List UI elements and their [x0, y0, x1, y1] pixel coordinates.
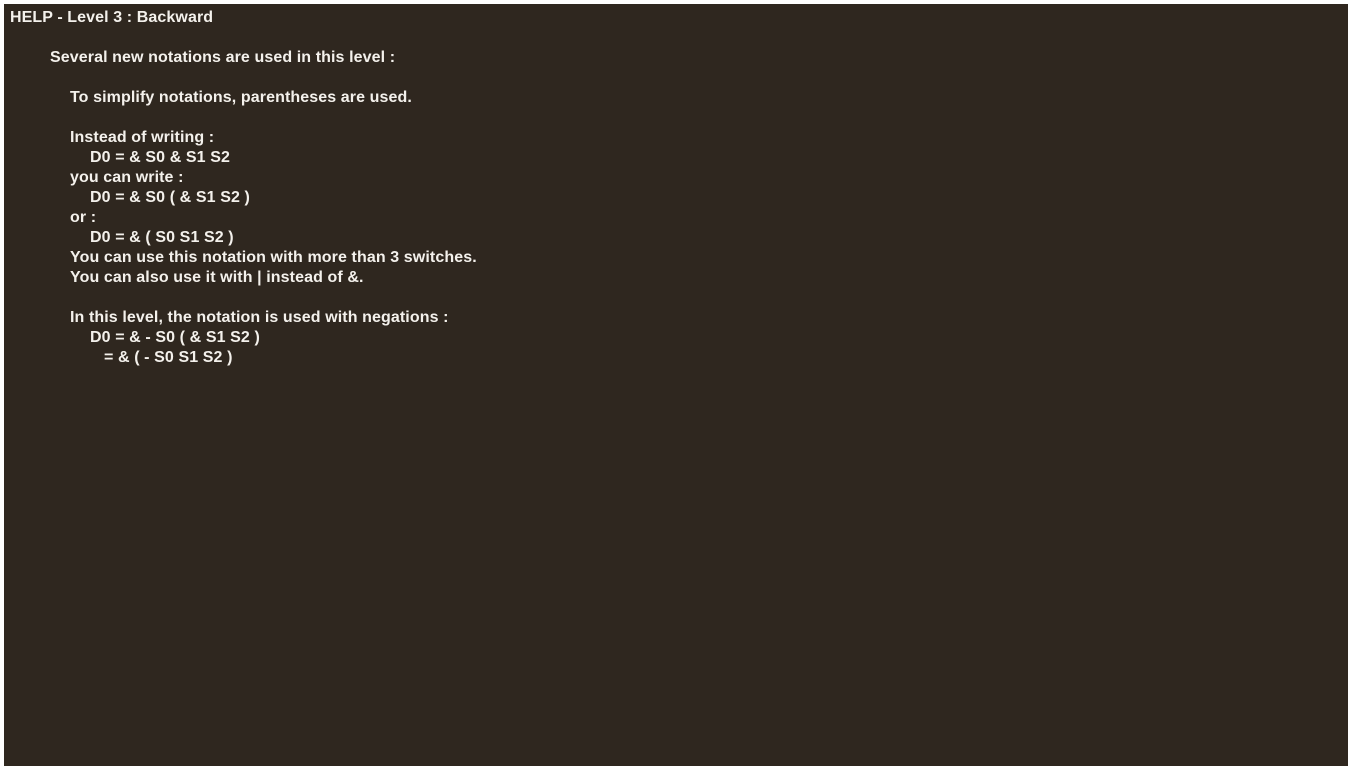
formula-3: D0 = & ( S0 S1 S2 ): [90, 229, 234, 246]
you-can-write-text: you can write :: [70, 169, 184, 186]
help-title: HELP - Level 3 : Backward: [10, 9, 214, 26]
or-text: or :: [70, 209, 97, 226]
or-operator-note: You can also use it with | instead of &.: [70, 269, 364, 286]
intro-text: Several new notations are used in this l…: [50, 49, 396, 66]
instead-of-writing-text: Instead of writing :: [70, 129, 215, 146]
help-panel: HELP - Level 3 : Backward Several new no…: [4, 4, 1348, 766]
negations-note: In this level, the notation is used with…: [70, 309, 449, 326]
formula-4: D0 = & - S0 ( & S1 S2 ): [90, 329, 260, 346]
formula-5: = & ( - S0 S1 S2 ): [104, 349, 233, 366]
more-switches-note: You can use this notation with more than…: [70, 249, 477, 266]
formula-2: D0 = & S0 ( & S1 S2 ): [90, 189, 250, 206]
formula-1: D0 = & S0 & S1 S2: [90, 149, 230, 166]
parentheses-note: To simplify notations, parentheses are u…: [70, 89, 412, 106]
